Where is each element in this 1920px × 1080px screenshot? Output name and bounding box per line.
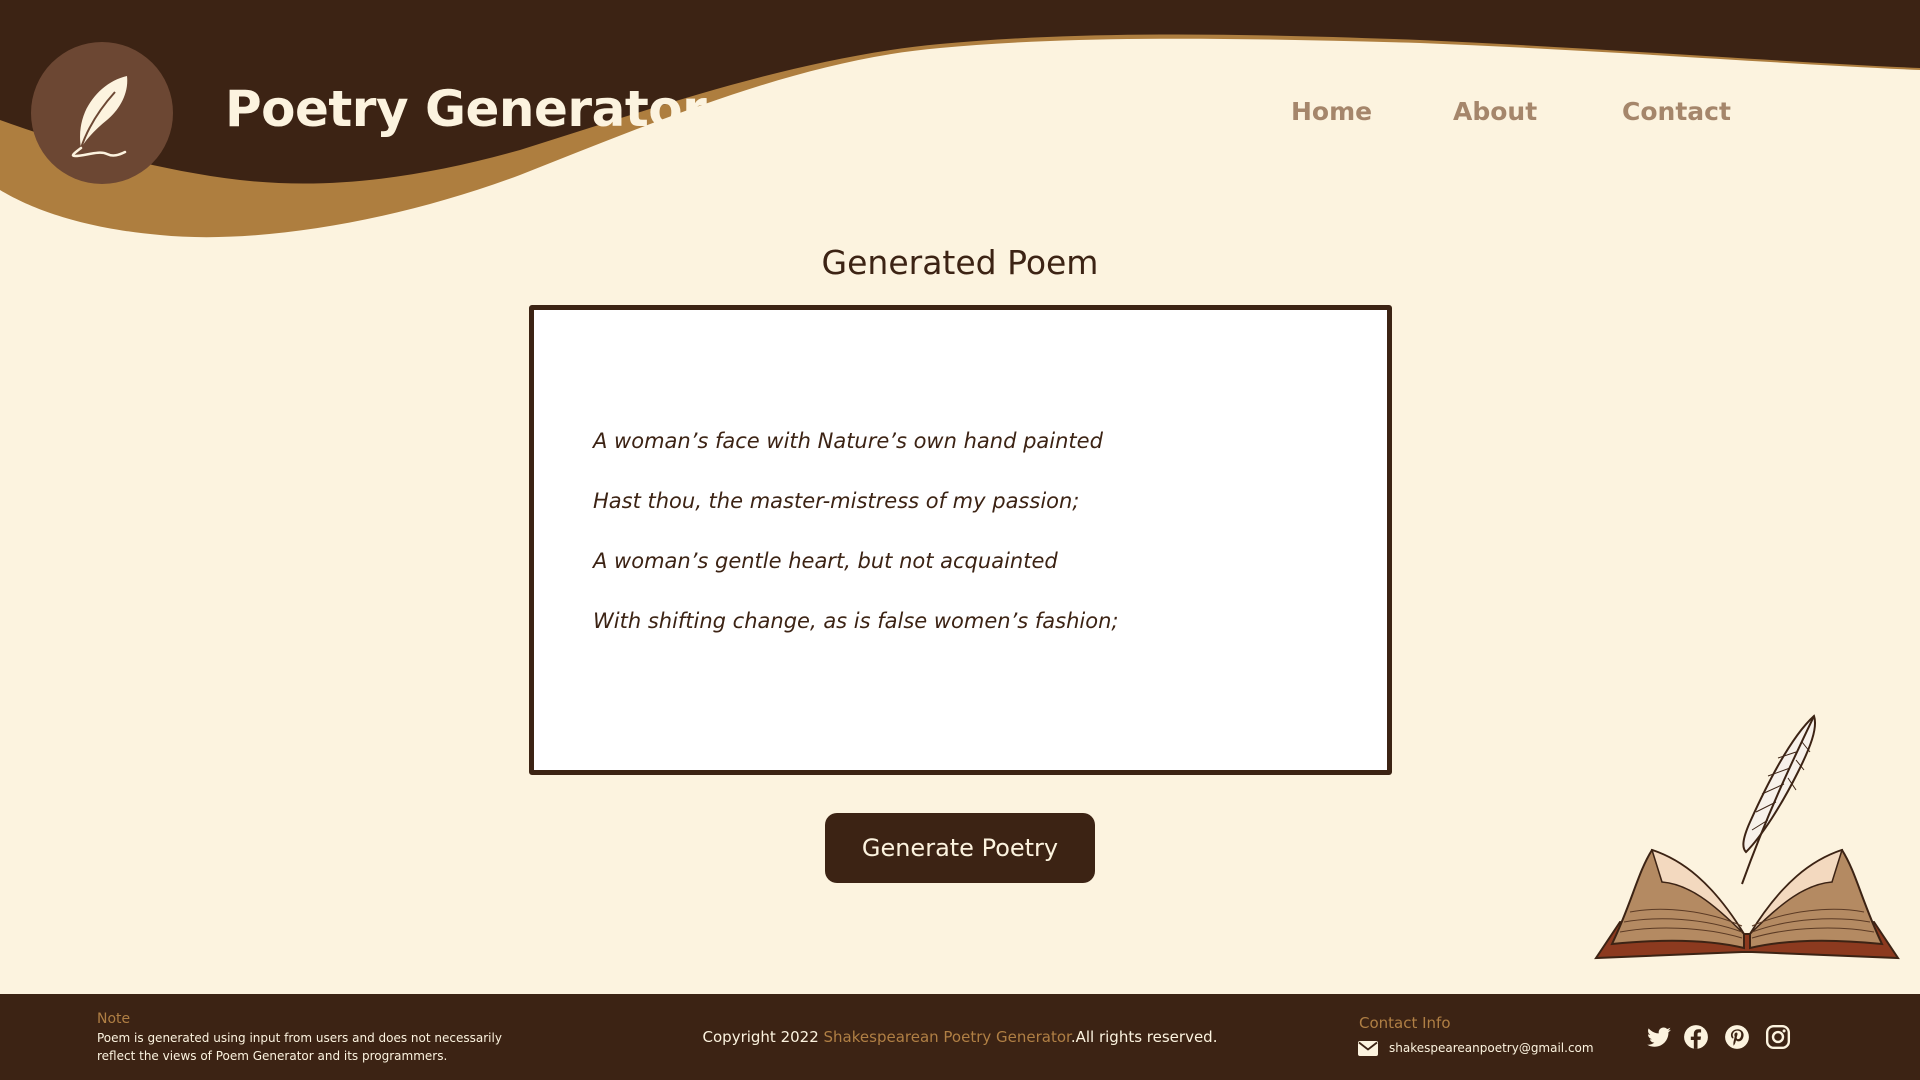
nav-link-home[interactable]: Home [1291, 97, 1372, 126]
note-label: Note [97, 1011, 131, 1027]
poem-line: With shifting change, as is false women’… [593, 609, 1119, 633]
section-title: Generated Poem [821, 243, 1099, 282]
contact-email[interactable]: shakespeareanpoetry@gmail.com [1389, 1041, 1594, 1055]
copyright-suffix: .All rights reserved. [1070, 1028, 1218, 1046]
poem-line: Hast thou, the master-mistress of my pas… [593, 489, 1080, 513]
copyright-prefix: Copyright 2022 [702, 1028, 824, 1046]
nav-link-about[interactable]: About [1453, 97, 1537, 126]
facebook-icon[interactable] [1683, 1024, 1709, 1050]
copyright-brand-link[interactable]: Shakespearean Poetry Generator [824, 1028, 1071, 1046]
twitter-icon[interactable] [1646, 1024, 1672, 1050]
header: Poetry Generator Home About Contact [0, 0, 1920, 245]
footer: Note Poem is generated using input from … [0, 994, 1920, 1080]
open-book-with-quill-illustration [1594, 714, 1900, 960]
nav-link-contact[interactable]: Contact [1622, 97, 1731, 126]
mail-icon [1358, 1041, 1378, 1056]
poem-line: A woman’s face with Nature’s own hand pa… [593, 429, 1103, 453]
instagram-icon[interactable] [1765, 1024, 1791, 1050]
poem-line: A woman’s gentle heart, but not acquaint… [593, 549, 1058, 573]
pinterest-icon[interactable] [1724, 1024, 1750, 1050]
poem-output-box: A woman’s face with Nature’s own hand pa… [529, 305, 1392, 775]
main-nav: Home About Contact [0, 97, 1920, 131]
contact-info-label: Contact Info [1359, 1014, 1451, 1032]
copyright-text: Copyright 2022 Shakespearean Poetry Gene… [0, 1028, 1920, 1046]
generate-poetry-button[interactable]: Generate Poetry [825, 813, 1095, 883]
